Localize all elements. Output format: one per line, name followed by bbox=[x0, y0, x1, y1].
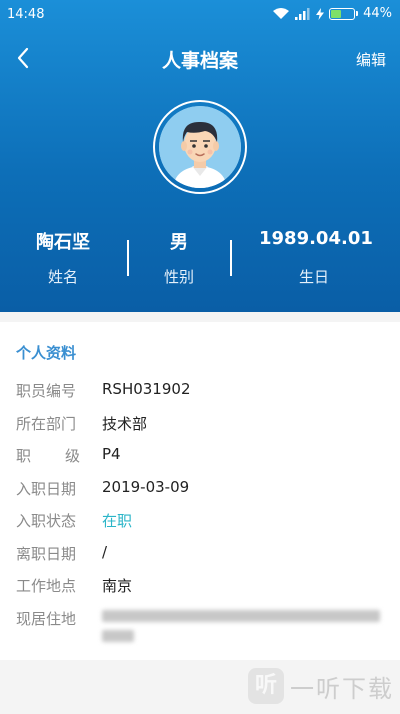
row-value: 2019-03-09 bbox=[102, 478, 190, 496]
row-value: 南京 bbox=[102, 577, 133, 595]
watermark-text: 一听下载 bbox=[290, 674, 394, 703]
profile-header: 14:48 44% 人事档案 编辑 陶石坚 姓名 男 性别 1989.04.01… bbox=[0, 0, 400, 312]
nav-bar: 人事档案 编辑 bbox=[0, 38, 400, 78]
avatar-icon bbox=[159, 106, 241, 188]
status-time: 14:48 bbox=[7, 7, 45, 22]
row-value: P4 bbox=[102, 445, 121, 463]
birthday-value: 1989.04.01 bbox=[259, 228, 373, 249]
row-value: / bbox=[102, 543, 108, 561]
redacted-address bbox=[102, 608, 382, 648]
name-label: 姓名 bbox=[47, 268, 78, 286]
row-value: 技术部 bbox=[102, 415, 148, 433]
status-badge: 在职 bbox=[102, 512, 133, 530]
avatar[interactable] bbox=[153, 100, 247, 194]
edit-button[interactable]: 编辑 bbox=[356, 49, 386, 70]
battery-icon bbox=[329, 7, 359, 20]
birthday-label: 生日 bbox=[298, 268, 329, 286]
status-bar: 14:48 44% bbox=[0, 0, 400, 30]
gender-info: 男 性别 bbox=[124, 228, 234, 287]
birthday-info: 1989.04.01 生日 bbox=[259, 228, 373, 287]
page-title: 人事档案 bbox=[161, 50, 238, 72]
wifi-icon bbox=[273, 8, 290, 19]
status-icons: 44% bbox=[272, 6, 392, 21]
name-value: 陶石坚 bbox=[36, 232, 90, 253]
divider bbox=[230, 240, 232, 276]
signal-icon bbox=[295, 7, 310, 20]
name-info: 陶石坚 姓名 bbox=[8, 228, 118, 287]
row-label: 职员编号 bbox=[16, 382, 77, 400]
row-value: RSH031902 bbox=[102, 380, 191, 398]
gender-value: 男 bbox=[170, 232, 188, 253]
row-label: 职级 bbox=[16, 447, 80, 465]
personal-info-card: 个人资料 职员编号 RSH031902 所在部门 技术部 职级 P4 入职日期 … bbox=[0, 322, 400, 660]
section-title: 个人资料 bbox=[16, 344, 77, 362]
row-label: 工作地点 bbox=[16, 577, 77, 595]
battery-percent: 44% bbox=[363, 6, 392, 21]
gender-label: 性别 bbox=[163, 268, 194, 286]
row-label: 所在部门 bbox=[16, 415, 77, 433]
row-label: 入职日期 bbox=[16, 480, 77, 498]
watermark-logo-icon: 听 bbox=[248, 668, 284, 704]
row-label: 入职状态 bbox=[16, 512, 77, 530]
row-label: 现居住地 bbox=[16, 610, 77, 628]
row-label: 离职日期 bbox=[16, 545, 77, 563]
charging-icon bbox=[316, 7, 325, 20]
watermark: 听 一听下载 bbox=[248, 668, 394, 704]
